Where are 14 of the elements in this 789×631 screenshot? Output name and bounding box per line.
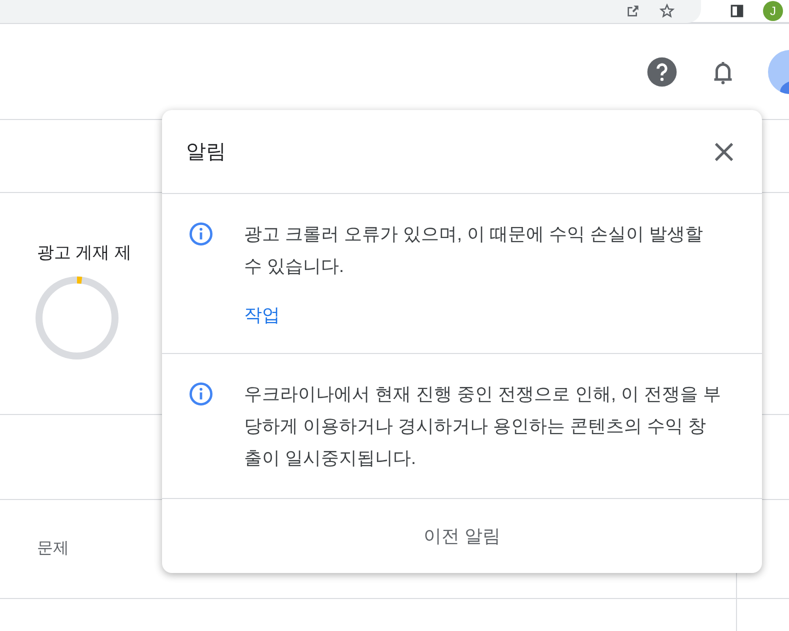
panel-heading: 알림 (186, 140, 226, 164)
sidebar-icon[interactable] (729, 3, 745, 19)
help-icon[interactable] (646, 56, 678, 88)
previous-notifications-link[interactable]: 이전 알림 (423, 522, 500, 550)
column-header: 문제 (37, 539, 69, 559)
panel-title: 광고 게재 제 (37, 243, 132, 264)
info-icon (188, 381, 214, 407)
notification-text: 광고 크롤러 오류가 있으며, 이 때문에 수익 손실이 발생할 수 있습니다. (244, 223, 704, 278)
notification-text: 우크라이나에서 현재 진행 중인 전쟁으로 인해, 이 전쟁을 부당하게 이용하거나 경시하거나 용인하는 콘텐츠의 수익 창출이 일시중지됩니다. (244, 383, 722, 470)
profile-avatar[interactable]: J (763, 1, 783, 21)
star-icon[interactable] (659, 3, 675, 19)
share-icon[interactable] (625, 3, 641, 19)
info-icon (188, 221, 214, 247)
action-link[interactable]: 작업 (244, 302, 280, 329)
